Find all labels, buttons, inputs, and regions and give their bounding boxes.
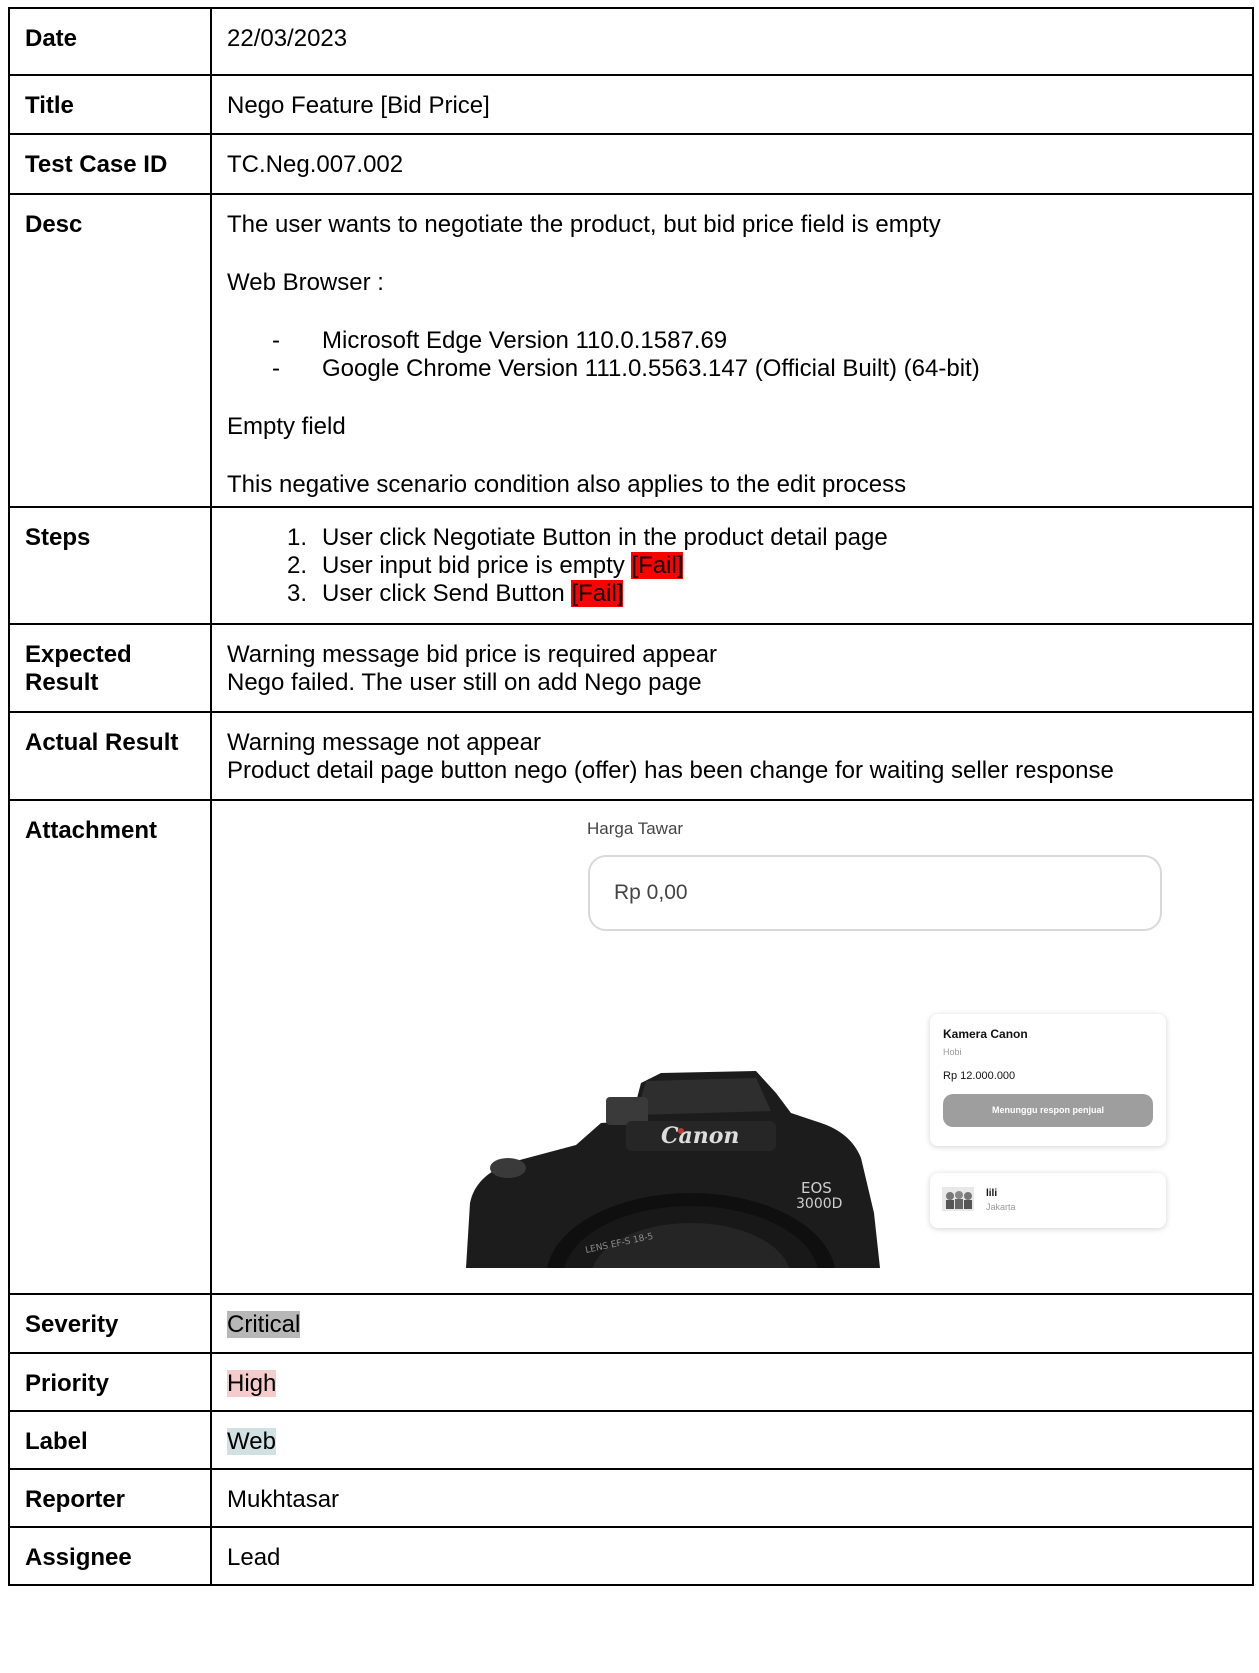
step-item: 3. User click Send Button [Fail] [287,580,624,607]
product-price: Rp 12.000.000 [943,1070,1016,1082]
row-severity: Severity Critical [8,1293,1254,1354]
desc-browser-heading: Web Browser : [227,269,384,296]
expected-result-label: Expected Result [8,623,212,713]
assignee-value: Lead [210,1526,1254,1586]
desc-value: The user wants to negotiate the product,… [210,193,1254,508]
bullet-marker: - [272,327,280,354]
step-item: 1. User click Negotiate Button in the pro… [287,524,888,551]
fail-tag: [Fail] [631,552,684,579]
label-label: Label [8,1410,212,1470]
priority-value: High [210,1352,1254,1412]
row-test-case-id: Test Case ID TC.Neg.007.002 [8,133,1254,195]
seller-avatar [942,1187,974,1211]
row-label: Label Web [8,1410,1254,1470]
actual-result-label: Actual Result [8,711,212,801]
bug-report-table: Date 22/03/2023 Title Nego Feature [Bid … [8,7,1254,1586]
reporter-label: Reporter [8,1468,212,1528]
product-name: Kamera Canon [943,1027,1028,1041]
camera-model-text: EOS [801,1179,832,1197]
step-item: 2. User input bid price is empty [Fail] [287,552,684,579]
product-card: Kamera Canon Hobi Rp 12.000.000 Menunggu… [930,1014,1166,1146]
seller-name: lili [986,1188,998,1199]
assignee-label: Assignee [8,1526,212,1586]
waiting-response-button[interactable]: Menunggu respon penjual [943,1094,1153,1127]
attachment-value: Harga Tawar Rp 0,00 Canon EOS 3000D LENS… [210,799,1254,1295]
steps-value: 1. User click Negotiate Button in the pro… [210,506,1254,625]
date-value: 22/03/2023 [210,7,1254,76]
fail-tag: [Fail] [571,580,624,607]
steps-list: 1. User click Negotiate Button in the pro… [227,524,1252,608]
bid-price-input[interactable]: Rp 0,00 [588,855,1162,931]
row-reporter: Reporter Mukhtasar [8,1468,1254,1528]
attachment-label: Attachment [8,799,212,1295]
severity-badge: Critical [227,1311,301,1338]
row-assignee: Assignee Lead [8,1526,1254,1586]
desc-field-state: Empty field [227,413,346,440]
bid-price-label: Harga Tawar [587,819,684,838]
reporter-value: Mukhtasar [210,1468,1254,1528]
bullet-marker: - [272,355,280,382]
row-expected-result: Expected Result Warning message bid pric… [8,623,1254,713]
title-label: Title [8,74,212,135]
seller-city: Jakarta [986,1202,1016,1212]
row-title: Title Nego Feature [Bid Price] [8,74,1254,135]
row-attachment: Attachment Harga Tawar Rp 0,00 Canon EOS… [8,799,1254,1295]
label-badge: Web [227,1428,276,1455]
severity-value: Critical [210,1293,1254,1354]
row-actual-result: Actual Result Warning message not appear… [8,711,1254,801]
row-priority: Priority High [8,1352,1254,1412]
row-date: Date 22/03/2023 [8,7,1254,76]
actual-result-value: Warning message not appear Product detai… [210,711,1254,801]
row-steps: Steps 1. User click Negotiate Button in t… [8,506,1254,625]
browser-list: - Microsoft Edge Version 110.0.1587.69 -G… [227,327,1252,383]
label-value: Web [210,1410,1254,1470]
camera-model-text: 3000D [796,1196,842,1212]
date-label: Date [8,7,212,76]
attachment-screenshot: Harga Tawar Rp 0,00 Canon EOS 3000D LENS… [212,801,1242,1269]
desc-note: This negative scenario condition also ap… [227,471,907,498]
test-case-id-value: TC.Neg.007.002 [210,133,1254,195]
expected-result-value: Warning message bid price is required ap… [210,623,1254,713]
row-desc: Desc The user wants to negotiate the pro… [8,193,1254,508]
browser-item: - Google Chrome Version 111.0.5563.147 (O… [272,355,980,382]
browser-item: - Microsoft Edge Version 110.0.1587.69 [272,327,728,354]
seller-card: lili Jakarta [930,1173,1166,1228]
severity-label: Severity [8,1293,212,1354]
title-value: Nego Feature [Bid Price] [210,74,1254,135]
desc-label: Desc [8,193,212,508]
priority-label: Priority [8,1352,212,1412]
test-case-id-label: Test Case ID [8,133,212,195]
desc-intro: The user wants to negotiate the product,… [227,211,941,238]
product-category: Hobi [943,1047,962,1057]
priority-badge: High [227,1370,277,1397]
steps-label: Steps [8,506,212,625]
camera-brand-text: Canon [661,1123,739,1149]
camera-image: Canon EOS 3000D LENS EF-S 18-5 [456,1063,880,1268]
